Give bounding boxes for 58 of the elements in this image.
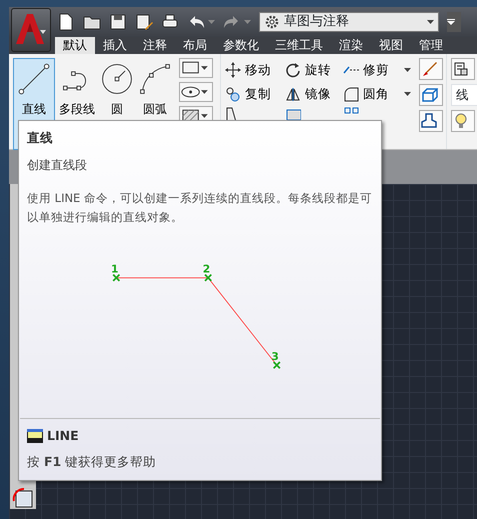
caret-icon xyxy=(201,90,208,94)
caret-icon xyxy=(201,114,208,118)
application-menu-button[interactable] xyxy=(11,8,51,52)
caret-icon xyxy=(447,19,455,25)
layer-icon xyxy=(452,60,470,78)
customize-menu-button[interactable] xyxy=(447,12,461,32)
modify-tool-button[interactable]: 旋转 xyxy=(285,58,343,82)
save-icon[interactable] xyxy=(109,13,127,31)
draw-dropdown-button[interactable] xyxy=(179,58,213,78)
ribbon-tab[interactable]: 管理 xyxy=(411,37,451,54)
ribbon-tab[interactable]: 默认 xyxy=(55,37,95,54)
help-hint: 按 F1 键获得更多帮助 xyxy=(27,453,158,472)
brush-icon xyxy=(420,60,438,78)
fillet-icon xyxy=(343,86,359,102)
ribbon-tab[interactable]: 插入 xyxy=(95,37,135,54)
tooltip-title: 直线 xyxy=(27,129,54,147)
modify-tool-button[interactable]: 修剪 xyxy=(343,58,415,82)
point-label: 2 xyxy=(202,262,210,276)
modify-tool-button[interactable]: 复制 xyxy=(225,82,285,106)
point-marker xyxy=(112,274,120,282)
save-as-icon[interactable] xyxy=(135,13,153,31)
modify-tool-button[interactable]: 圆角 xyxy=(343,82,415,106)
tooltip-description: 使用 LINE 命令，可以创建一系列连续的直线段。每条线段都是可以单独进行编辑的直线对象。 xyxy=(27,190,373,226)
ribbon-tab[interactable]: 注释 xyxy=(135,37,175,54)
point-marker xyxy=(272,360,281,369)
move-icon xyxy=(225,62,241,78)
tool-icon-button[interactable] xyxy=(451,58,475,80)
rotate-icon xyxy=(285,62,301,78)
arc-icon xyxy=(137,61,173,97)
workspace-dropdown[interactable]: 草图与注释 xyxy=(259,12,439,32)
box-icon xyxy=(420,86,438,104)
point-marker xyxy=(204,274,212,282)
ribbon-tab[interactable]: 参数化 xyxy=(215,37,267,54)
point-label: 3 xyxy=(271,350,279,363)
ribbon-tab[interactable]: 视图 xyxy=(371,37,411,54)
tool-button[interactable]: 多段线 xyxy=(55,58,99,150)
fillet-icon xyxy=(12,487,34,509)
command-name: LINE xyxy=(47,426,79,444)
layer-field[interactable]: 线 xyxy=(451,84,477,106)
mirror-icon xyxy=(285,86,301,102)
tool-button[interactable]: 圆 xyxy=(99,58,135,150)
tool-icon-button[interactable] xyxy=(419,110,443,132)
ribbon-tab[interactable]: 渲染 xyxy=(331,37,371,54)
modify-tool-button[interactable]: 镜像 xyxy=(285,82,343,106)
caret-icon xyxy=(427,20,434,24)
ribbon-tab[interactable]: 布局 xyxy=(175,37,215,54)
new-file-icon[interactable] xyxy=(57,13,75,31)
modify-tool-button[interactable]: 移动 xyxy=(225,58,285,82)
draw-dropdown-button[interactable] xyxy=(179,82,213,102)
line-icon xyxy=(16,61,52,97)
circle-icon xyxy=(99,61,135,97)
tooltip-subtitle: 创建直线段 xyxy=(27,156,88,174)
ribbon-tab[interactable]: 三维工具 xyxy=(267,37,331,54)
copy-icon xyxy=(225,86,241,102)
gear-icon xyxy=(264,14,280,30)
caret-icon xyxy=(201,66,208,70)
point-label: 1 xyxy=(110,262,118,276)
stamp-icon xyxy=(420,112,438,130)
